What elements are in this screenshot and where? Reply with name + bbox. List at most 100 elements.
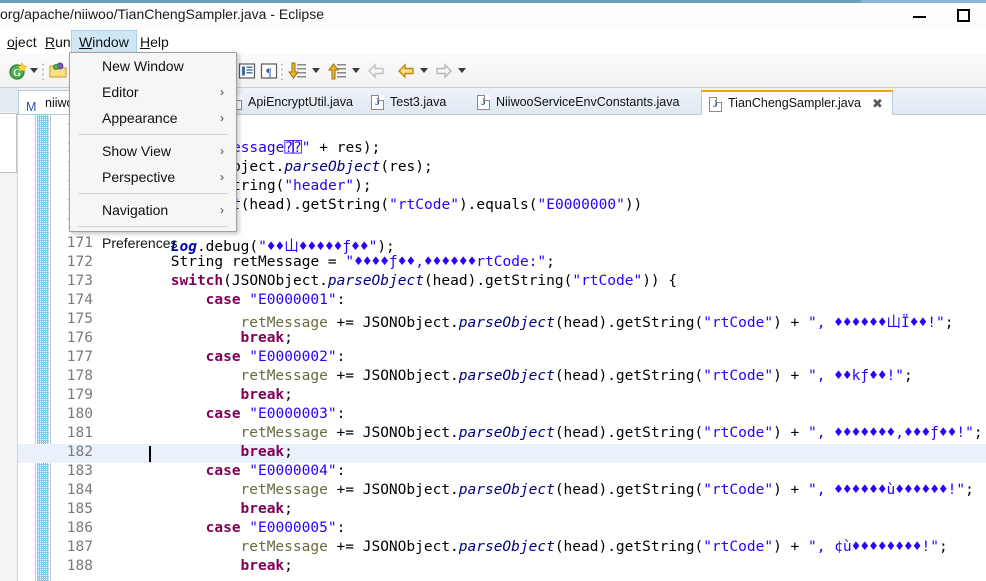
code-token-kw: break: [241, 330, 285, 346]
code-line-text: break;: [241, 444, 293, 460]
code-token-plain: ;: [284, 330, 293, 346]
menu-window[interactable]: Window: [71, 30, 137, 54]
code-line[interactable]: 173switch(JSONObject.parseObject(head).g…: [18, 273, 986, 292]
menu-item-editor[interactable]: Editor›: [70, 79, 236, 105]
code-token-mth: parseObject: [459, 539, 555, 555]
window-title: org/apache/niiwoo/TianChengSampler.java …: [0, 6, 324, 22]
menu-item-new-window[interactable]: New Window: [70, 53, 236, 79]
code-line-text: case "E0000001":: [206, 292, 346, 308]
code-line[interactable]: 185break;: [18, 501, 986, 520]
code-token-kw: case: [206, 520, 241, 536]
maximize-button[interactable]: [950, 4, 980, 26]
code-line[interactable]: 172String retMessage = "♦♦♦♦ƒ♦♦,♦♦♦♦♦♦rt…: [18, 254, 986, 273]
editor-tab-tianchengsampler-java[interactable]: JTianChengSampler.java✖: [701, 90, 893, 115]
code-token-plain: retMessage =: [223, 254, 345, 270]
code-token-str: ", ♦♦kƒ♦♦!": [808, 368, 904, 384]
code-token-plain: (head).getString(: [555, 368, 703, 384]
code-token-plain: (head).getString(: [555, 315, 703, 331]
code-token-plain: ) +: [773, 539, 808, 555]
open-type-icon[interactable]: [48, 61, 68, 81]
toggle-block-selection-icon[interactable]: [237, 61, 257, 81]
menu-item-appearance[interactable]: Appearance›: [70, 105, 236, 131]
java-file-icon-letter: J: [710, 98, 721, 112]
show-whitespace-icon[interactable]: ¶: [259, 61, 279, 81]
left-minimized-view[interactable]: [0, 113, 17, 173]
code-token-plain: ;: [284, 444, 293, 460]
back-history-dropdown-icon[interactable]: [420, 68, 428, 73]
code-token-str: "rtCode": [703, 425, 773, 441]
line-number: 178: [51, 368, 93, 384]
code-token-plain: )): [625, 197, 642, 213]
menu-item-navigation[interactable]: Navigation›: [70, 197, 236, 223]
code-line[interactable]: 177case "E0000002":: [18, 349, 986, 368]
code-token-plain: [241, 520, 250, 536]
code-line[interactable]: 180case "E0000003":: [18, 406, 986, 425]
editor-tab-test3-java[interactable]: JTest3.java: [364, 90, 468, 115]
minimize-button[interactable]: [907, 4, 937, 26]
code-token-str: "rtCode": [703, 368, 773, 384]
code-token-kw: case: [206, 406, 241, 422]
code-token-str: ", ¢ù♦♦♦♦♦♦♦♦!": [808, 539, 939, 555]
code-line[interactable]: 181retMessage += JSONObject.parseObject(…: [18, 425, 986, 444]
submenu-chevron-icon: ›: [220, 164, 224, 190]
editor-tab-apiencryptutil-java[interactable]: JApiEncryptUtil.java: [222, 90, 362, 115]
code-line[interactable]: 178retMessage += JSONObject.parseObject(…: [18, 368, 986, 387]
back-history-disabled-icon: [366, 61, 386, 81]
menu-item-show-view[interactable]: Show View›: [70, 138, 236, 164]
code-line[interactable]: 186case "E0000005":: [18, 520, 986, 539]
submenu-chevron-icon: ›: [220, 105, 224, 131]
line-number: 172: [51, 254, 93, 270]
menu-item-label: Navigation: [102, 202, 168, 218]
back-history-icon[interactable]: [396, 61, 416, 81]
forward-history-dropdown-icon[interactable]: [458, 68, 466, 73]
code-token-plain: :: [337, 349, 346, 365]
menu-mnemonic: H: [140, 34, 150, 50]
close-icon[interactable]: ✖: [872, 92, 883, 115]
line-number: 187: [51, 539, 93, 555]
code-line[interactable]: 175retMessage += JSONObject.parseObject(…: [18, 311, 986, 330]
next-annotation-icon[interactable]: [288, 61, 308, 81]
forward-history-icon[interactable]: [434, 61, 454, 81]
toolbar-separator-2: [281, 62, 283, 80]
code-token-mth: parseObject: [459, 315, 555, 331]
menu-item-preferences[interactable]: Preferences: [70, 230, 236, 256]
code-token-kw: break: [241, 387, 285, 403]
code-token-str: "E0000003": [249, 406, 336, 422]
code-line[interactable]: 183case "E0000004":: [18, 463, 986, 482]
menu-item-perspective[interactable]: Perspective›: [70, 164, 236, 190]
previous-annotation-icon[interactable]: [328, 61, 348, 81]
line-number: 175: [51, 311, 93, 327]
editor-tab-niiwooserviceenvconstants-java[interactable]: JNiiwooServiceEnvConstants.java: [470, 90, 699, 115]
code-token-plain: (head).getString(: [241, 197, 389, 213]
code-token-plain: )) {: [642, 273, 677, 289]
menu-item-label: New Window: [102, 58, 184, 74]
code-line[interactable]: 174case "E0000001":: [18, 292, 986, 311]
code-line-text: case "E0000004":: [206, 463, 346, 479]
code-line[interactable]: 176break;: [18, 330, 986, 349]
code-line[interactable]: 187retMessage += JSONObject.parseObject(…: [18, 539, 986, 558]
code-token-mth: parseObject: [459, 368, 555, 384]
window-menu-dropdown[interactable]: New WindowEditor›Appearance›Show View›Pe…: [69, 52, 237, 232]
code-token-plain: ;: [939, 539, 948, 555]
code-token-plain: (JSONObject.: [223, 273, 328, 289]
line-number: 177: [51, 349, 93, 365]
code-line[interactable]: 182break;: [18, 444, 986, 463]
code-token-str: "♦♦♦♦ƒ♦♦,♦♦♦♦♦♦rtCode:": [345, 254, 546, 270]
code-token-plain: ;: [974, 425, 983, 441]
code-token-plain: ;: [965, 482, 974, 498]
new-wizard-icon[interactable]: G: [8, 61, 28, 81]
menu-help[interactable]: Help: [133, 30, 176, 54]
code-line[interactable]: 184retMessage += JSONObject.parseObject(…: [18, 482, 986, 501]
code-line[interactable]: 179break;: [18, 387, 986, 406]
code-token-plain: (head).getString(: [555, 482, 703, 498]
java-file-icon-letter: J: [372, 96, 383, 110]
previous-annotation-dropdown-icon[interactable]: [352, 68, 360, 73]
code-line[interactable]: 188break;: [18, 558, 986, 577]
code-line-text: retMessage += JSONObject.parseObject(hea…: [241, 482, 974, 498]
code-token-str: "header": [284, 178, 354, 194]
code-token-kw: case: [206, 292, 241, 308]
menu-item-label: Show View: [102, 143, 171, 159]
code-token-str: "rtCode": [703, 315, 773, 331]
next-annotation-dropdown-icon[interactable]: [312, 68, 320, 73]
new-wizard-dropdown-icon[interactable]: [30, 68, 38, 73]
